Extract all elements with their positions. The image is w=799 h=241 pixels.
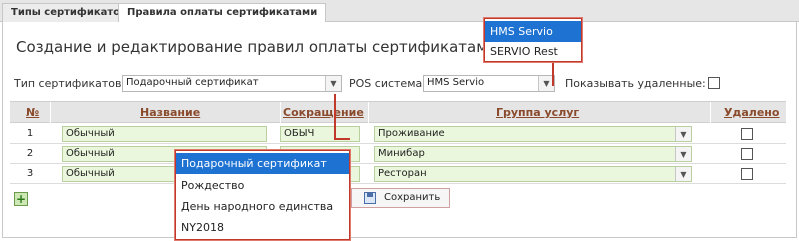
page-title: Создание и редактирование правил оплаты … [16, 38, 498, 56]
save-button-label: Сохранить [384, 192, 441, 203]
service-group-value: Проживание [378, 128, 445, 139]
column-divider [710, 102, 711, 123]
pos-value: HMS Servio [427, 77, 485, 88]
pos-label: POS система: [349, 77, 426, 90]
cert-type-value: Подарочный сертификат [126, 77, 259, 88]
deleted-checkbox[interactable] [741, 148, 753, 160]
cert-type-option[interactable]: Подарочный сертификат [176, 153, 349, 174]
service-group-select[interactable]: Проживание ▼ [374, 126, 692, 142]
col-abbr[interactable]: Сокращение [283, 106, 364, 119]
col-deleted[interactable]: Удалено [724, 106, 779, 119]
cert-type-option[interactable]: NY2018 [176, 217, 349, 238]
callout-line [334, 94, 336, 140]
save-icon [364, 192, 376, 204]
row-number: 3 [26, 168, 34, 179]
row-number: 2 [26, 148, 34, 159]
cert-type-select[interactable]: Подарочный сертификат ▼ [122, 75, 342, 92]
pos-dropdown: HMS Servio SERVIO Rest [484, 18, 582, 62]
service-group-select[interactable]: Минибар ▼ [374, 146, 692, 162]
chevron-down-icon[interactable]: ▼ [675, 147, 691, 161]
deleted-checkbox[interactable] [741, 128, 753, 140]
pos-option[interactable]: HMS Servio [485, 21, 581, 42]
cert-type-dropdown: Подарочный сертификат Рождество День нар… [175, 150, 350, 240]
chevron-down-icon[interactable]: ▼ [675, 167, 691, 181]
service-group-select[interactable]: Ресторан ▼ [374, 166, 692, 182]
cert-type-option[interactable]: Рождество [176, 175, 349, 196]
show-deleted-checkbox[interactable] [708, 77, 720, 89]
cert-type-label: Тип сертификатов: [14, 77, 126, 90]
show-deleted-label: Показывать удаленные: [565, 77, 706, 90]
column-divider [280, 102, 281, 123]
row-number: 1 [26, 128, 34, 139]
deleted-checkbox[interactable] [741, 168, 753, 180]
table-row: 1 Обычный ОБЫЧ Проживание ▼ [10, 124, 786, 144]
table-row: 2 Обычный ОБЫЧ Минибар ▼ [10, 144, 786, 164]
col-num[interactable]: № [26, 106, 39, 119]
table-header: № Название Сокращение Группа услуг Удале… [10, 101, 786, 123]
pos-select[interactable]: HMS Servio ▼ [423, 75, 555, 92]
name-input[interactable]: Обычный [62, 126, 267, 142]
chevron-down-icon[interactable]: ▼ [675, 127, 691, 141]
col-name[interactable]: Название [140, 106, 200, 119]
tab-certificate-types[interactable]: Типы сертификатов [2, 3, 136, 22]
add-icon[interactable]: + [14, 192, 28, 206]
callout-line [552, 62, 554, 86]
service-group-value: Минибар [378, 148, 425, 159]
chevron-down-icon[interactable]: ▼ [325, 76, 341, 91]
tab-bar: Типы сертификатов Правила оплаты сертифи… [0, 0, 799, 23]
col-group[interactable]: Группа услуг [496, 106, 579, 119]
callout-line [334, 138, 350, 140]
tab-payment-rules[interactable]: Правила оплаты сертификатами [118, 3, 327, 23]
cert-type-option[interactable]: День народного единства [176, 196, 349, 217]
column-divider [368, 102, 369, 123]
column-divider [50, 102, 51, 123]
save-button[interactable]: Сохранить [351, 188, 450, 208]
service-group-value: Ресторан [378, 168, 427, 179]
table-row: 3 Обычный Ресторан ▼ [10, 164, 786, 184]
pos-option[interactable]: SERVIO Rest [485, 41, 581, 62]
